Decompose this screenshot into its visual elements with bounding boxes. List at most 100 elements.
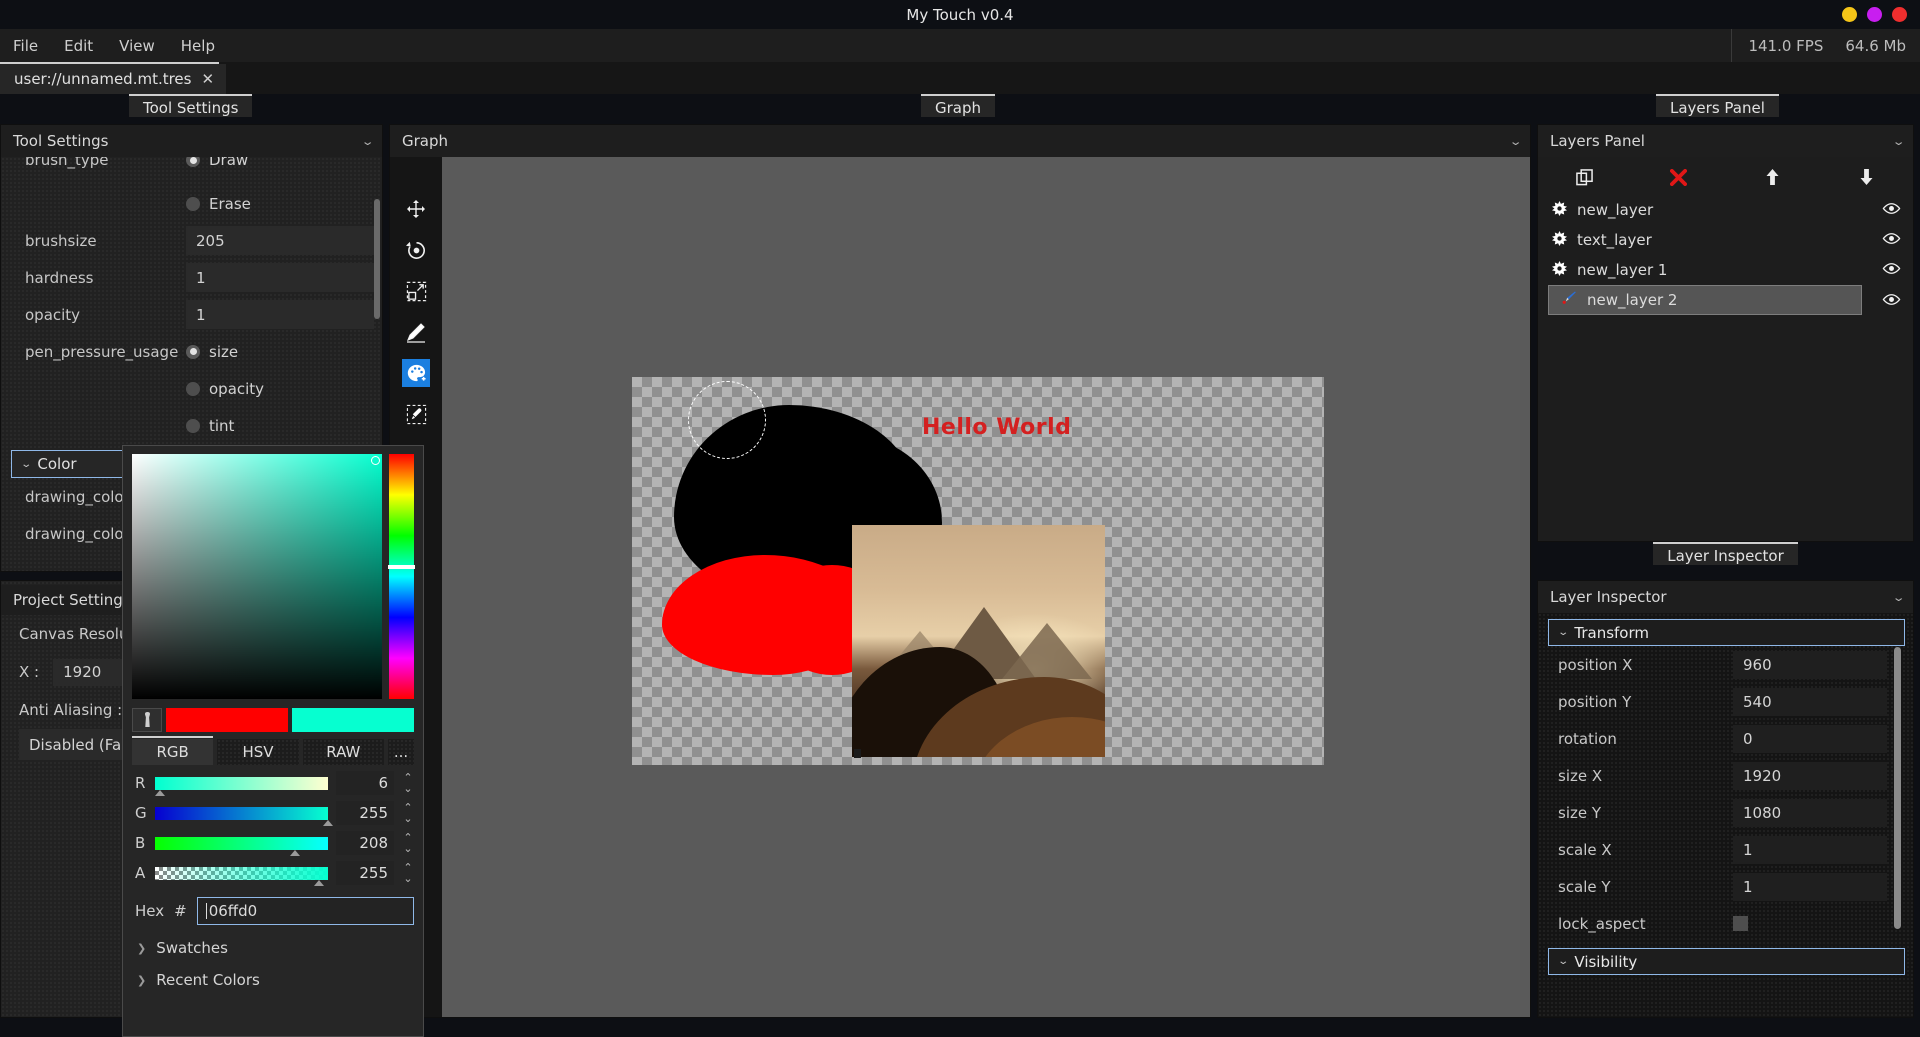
radio-pressure-tint[interactable] (186, 418, 200, 433)
menu-file[interactable]: File (0, 29, 51, 62)
inspector-value-scale-y[interactable]: 1 (1733, 872, 1887, 901)
screen-picker-button[interactable] (132, 708, 162, 732)
radio-draw[interactable] (186, 157, 200, 167)
maximize-button[interactable] (1867, 7, 1882, 22)
rotate-tool[interactable] (402, 236, 430, 264)
saturation-value-square[interactable] (132, 454, 382, 699)
tab-more[interactable]: ... (387, 739, 414, 765)
visibility-eye-icon[interactable] (1882, 231, 1901, 249)
property-value-opacity[interactable]: 1 (186, 300, 374, 329)
file-tab-unnamed[interactable]: user://unnamed.mt.tres ✕ (0, 64, 227, 94)
inspector-value-scale-x[interactable]: 1 (1733, 835, 1887, 864)
inspector-label-position-y: position Y (1558, 692, 1632, 711)
property-value-brushsize[interactable]: 205 (186, 226, 374, 255)
layer-row[interactable]: new_layer (1538, 195, 1913, 225)
property-value-hardness[interactable]: 1 (186, 263, 374, 292)
inspector-value-rotation[interactable]: 0 (1733, 724, 1887, 753)
tab-rgb[interactable]: RGB (132, 736, 214, 765)
channel-value-r[interactable]: 6 (336, 771, 394, 795)
menu-edit[interactable]: Edit (51, 29, 106, 62)
radio-pressure-opacity[interactable] (186, 381, 200, 396)
duplicate-layer-button[interactable] (1538, 168, 1632, 186)
radio-pressure-size[interactable] (186, 344, 200, 359)
channel-value-g[interactable]: 255 (336, 801, 394, 825)
resize-tool[interactable] (402, 277, 430, 305)
chevron-down-icon[interactable]: ⌄ (1508, 135, 1522, 148)
channel-handle-g[interactable] (322, 819, 333, 826)
spinner-a[interactable]: ⌃ ⌄ (402, 862, 414, 884)
menu-help[interactable]: Help (168, 29, 228, 62)
canvas-area[interactable]: Hello World (442, 157, 1530, 1017)
canvas-text-layer[interactable]: Hello World (922, 415, 1071, 440)
inspector-scrollbar[interactable] (1894, 647, 1901, 929)
layer-row[interactable]: text_layer (1538, 225, 1913, 255)
hex-input[interactable]: 06ffd0 (196, 897, 414, 925)
tab-layers-panel[interactable]: Layers Panel (1656, 94, 1779, 117)
radio-label-erase: Erase (209, 194, 251, 213)
spinner-r[interactable]: ⌃ ⌄ (402, 772, 414, 794)
tab-raw[interactable]: RAW (302, 739, 384, 765)
delete-layer-button[interactable] (1632, 168, 1726, 186)
pencil-tool[interactable] (402, 318, 430, 346)
channel-handle-r[interactable] (155, 789, 165, 796)
close-button[interactable] (1892, 7, 1907, 22)
visibility-eye-icon[interactable] (1882, 201, 1901, 219)
inspector-value-position-y[interactable]: 540 (1733, 687, 1887, 716)
move-layer-up-button[interactable] (1726, 168, 1820, 186)
channel-handle-b[interactable] (289, 849, 300, 856)
channel-handle-a[interactable] (314, 879, 325, 886)
inspector-row-scale-x: scale X 1 (1538, 831, 1913, 868)
channel-value-a[interactable]: 255 (336, 861, 394, 885)
inspector-value-size-y[interactable]: 1080 (1733, 798, 1887, 827)
visibility-eye-icon[interactable] (1872, 291, 1913, 310)
channel-slider-a[interactable] (155, 866, 328, 886)
channel-slider-b[interactable] (155, 836, 328, 856)
tab-tool-settings[interactable]: Tool Settings (129, 94, 253, 117)
recent-colors-expander[interactable]: ❯ Recent Colors (123, 957, 423, 989)
chevron-down-icon[interactable]: ⌄ (360, 135, 374, 148)
tab-graph[interactable]: Graph (921, 94, 996, 117)
hue-slider-handle[interactable] (388, 565, 415, 569)
inspector-value-size-x[interactable]: 1920 (1733, 761, 1887, 790)
layer-row[interactable]: new_layer 1 (1538, 255, 1913, 285)
chevron-down-icon[interactable]: ⌄ (1891, 135, 1905, 148)
swatches-expander[interactable]: ❯ Swatches (123, 925, 423, 957)
radio-label-tint: tint (209, 416, 235, 435)
layer-row[interactable]: new_layer 2 (1548, 285, 1862, 315)
current-color-swatch[interactable] (292, 708, 414, 732)
inspector-section-transform[interactable]: ⌄ Transform (1548, 619, 1905, 646)
property-row-brush-type: brush_type Draw (1, 157, 382, 185)
tool-settings-scrollbar[interactable] (374, 199, 380, 319)
channel-slider-g[interactable] (155, 806, 333, 826)
chevron-down-icon[interactable]: ⌄ (1891, 591, 1905, 604)
move-tool[interactable] (402, 195, 430, 223)
previous-color-swatch[interactable] (166, 708, 288, 732)
move-layer-down-button[interactable] (1819, 168, 1913, 186)
tab-layer-inspector[interactable]: Layer Inspector (1653, 542, 1798, 565)
radio-erase[interactable] (186, 196, 200, 211)
inspector-section-label: Visibility (1574, 952, 1638, 971)
channel-value-b[interactable]: 208 (336, 831, 394, 855)
spinner-b[interactable]: ⌃ ⌄ (402, 832, 414, 854)
artboard[interactable]: Hello World (632, 377, 1324, 765)
menu-view[interactable]: View (106, 29, 168, 62)
sv-cursor[interactable] (371, 456, 380, 465)
spinner-g[interactable]: ⌃ ⌄ (402, 802, 414, 824)
palette-tool[interactable] (402, 359, 430, 387)
desert-photo-layer[interactable] (852, 525, 1105, 757)
inspector-value-position-x[interactable]: 960 (1733, 650, 1887, 679)
lock-aspect-checkbox[interactable] (1733, 916, 1748, 931)
close-icon[interactable]: ✕ (201, 71, 214, 87)
tab-hsv[interactable]: HSV (217, 739, 299, 765)
hue-slider[interactable] (388, 454, 415, 699)
visibility-eye-icon[interactable] (1882, 261, 1901, 279)
window-title: My Touch v0.4 (906, 5, 1014, 24)
inspector-section-visibility[interactable]: ⌄ Visibility (1548, 948, 1905, 975)
eyedropper-tool[interactable] (402, 400, 430, 428)
inspector-row-lock-aspect: lock_aspect (1538, 905, 1913, 942)
minimize-button[interactable] (1842, 7, 1857, 22)
color-picker-popup[interactable]: RGB HSV RAW ... R 6 ⌃ ⌄ G 255 ⌃ ⌄ B 208 ⌃ ⌄… (122, 445, 424, 1037)
chevron-down-icon: ⌄ (20, 458, 33, 470)
layer-resize-handle[interactable] (854, 749, 861, 758)
channel-slider-r[interactable] (155, 776, 328, 796)
